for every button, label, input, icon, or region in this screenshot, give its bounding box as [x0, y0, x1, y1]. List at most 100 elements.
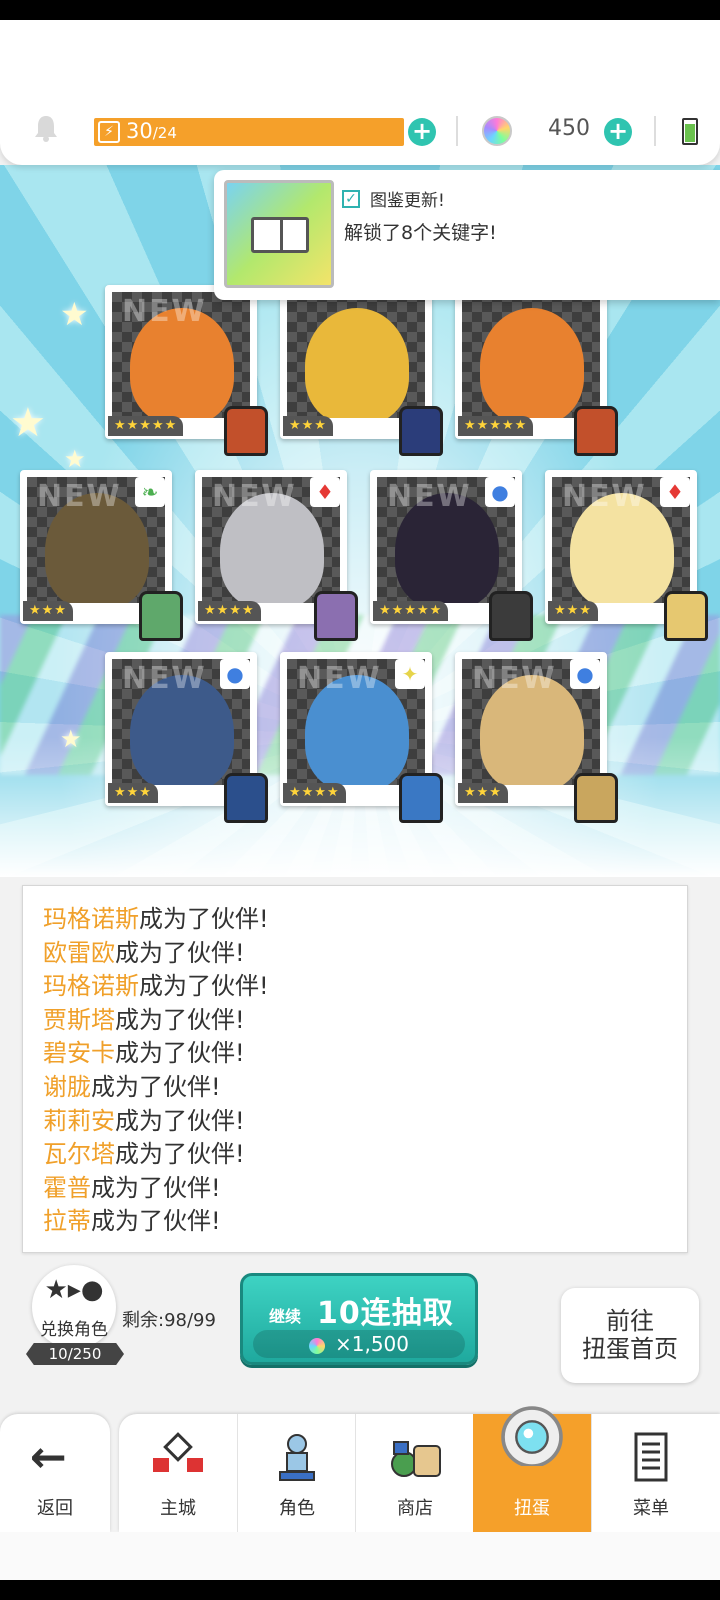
bottom-navigation: ← 返回 主城 角色 商店 扭蛋 菜单 [0, 1406, 720, 1532]
character-card[interactable]: NEW ★★★★★ ● [370, 470, 533, 641]
sparkle-star-icon: ★ [64, 445, 86, 473]
summon-log-panel[interactable]: 玛格诺斯成为了伙伴! 欧雷欧成为了伙伴! 玛格诺斯成为了伙伴! 贾斯塔成为了伙伴! 碧安… [22, 885, 688, 1253]
codex-book-icon [224, 180, 334, 288]
character-card[interactable]: NEW ★★★★ ✦ [280, 652, 443, 823]
log-suffix: 成为了伙伴! [91, 1173, 221, 1202]
energy-value: 30/24 [126, 119, 177, 143]
circle-element-icon: ● [570, 659, 600, 689]
character-name: 拉蒂 [43, 1207, 91, 1236]
tab-menu[interactable]: 菜单 [591, 1414, 709, 1532]
tab-label: 角色 [279, 1498, 315, 1519]
character-name: 玛格诺斯 [43, 972, 139, 1001]
character-card[interactable]: NEW ★★★★ ♦ [195, 470, 358, 641]
character-card[interactable]: NEW ★★★ ● [455, 652, 618, 823]
sparkle-star-icon: ★ [60, 295, 89, 333]
gacha-orb-icon [501, 1406, 563, 1466]
bell-icon[interactable] [33, 114, 59, 142]
pixel-sprite-icon [314, 591, 358, 641]
log-suffix: 成为了伙伴! [115, 1106, 245, 1135]
pixel-sprite-icon [139, 591, 183, 641]
log-line: 谢胧成为了伙伴! [23, 1071, 687, 1105]
goto-label-line1: 前往 [606, 1307, 654, 1335]
character-name: 谢胧 [43, 1072, 91, 1101]
tab-gacha[interactable]: 扭蛋 [473, 1406, 591, 1532]
character-portrait [462, 292, 600, 418]
leaf-element-icon: ❧ [135, 477, 165, 507]
log-suffix: 成为了伙伴! [115, 1039, 245, 1068]
rarity-stars: ★★★★★ [458, 416, 534, 436]
circle-element-icon: ● [485, 477, 515, 507]
pull-cost: ×1,500 [253, 1330, 465, 1358]
new-watermark: NEW [212, 479, 297, 514]
notification-body: 解锁了8个关键字! [344, 222, 497, 244]
pull-title: 10连抽取 [317, 1296, 454, 1331]
add-energy-button[interactable]: + [408, 118, 436, 146]
character-card[interactable]: NEW ★★★ ❧ [20, 470, 183, 641]
log-suffix: 成为了伙伴! [139, 972, 269, 1001]
checkbox-icon: ✓ [342, 190, 360, 208]
character-name: 瓦尔塔 [43, 1140, 115, 1169]
rarity-stars: ★★★ [108, 783, 158, 803]
tab-characters[interactable]: 角色 [237, 1414, 355, 1532]
circle-element-icon: ● [220, 659, 250, 689]
tab-shop[interactable]: 商店 [355, 1414, 473, 1532]
divider [456, 116, 458, 146]
notification-title: 图鉴更新! [370, 191, 445, 211]
pixel-sprite-icon [399, 773, 443, 823]
lightning-icon: ⚡ [98, 121, 120, 143]
gacha-result-screen: ★ ★ ★ ★ NEW ★★★★★ ★★★ ★★★★★ NEW ★★★ ❧ NEW ★★★★ ♦ N… [0, 20, 720, 1580]
log-line: 贾斯塔成为了伙伴! [23, 1004, 687, 1038]
pixel-sprite-icon [224, 406, 268, 456]
codex-update-notification[interactable]: ✓ 图鉴更新! 解锁了8个关键字! [214, 170, 720, 300]
energy-bar: ⚡ 30/24 [94, 118, 404, 146]
new-watermark: NEW [297, 661, 382, 696]
character-card[interactable]: NEW ★★★ ♦ [545, 470, 708, 641]
log-suffix: 成为了伙伴! [139, 905, 269, 933]
remaining-count: 剩余:98/99 [122, 1310, 216, 1331]
log-line: 瓦尔塔成为了伙伴! [23, 1138, 687, 1172]
rarity-stars: ★★★★★ [373, 601, 449, 621]
shop-bag-icon [391, 1441, 441, 1477]
add-gems-button[interactable]: + [604, 118, 632, 146]
continue-10-pull-button[interactable]: 继续 10连抽取 ×1,500 [240, 1273, 478, 1365]
bottom-strip [0, 1532, 720, 1580]
pixel-sprite-icon [224, 773, 268, 823]
character-name: 碧安卡 [43, 1039, 115, 1068]
battery-icon [682, 118, 698, 145]
spark-element-icon: ✦ [395, 659, 425, 689]
log-line: 玛格诺斯成为了伙伴! [23, 903, 687, 937]
new-watermark: NEW [122, 661, 207, 696]
divider [654, 116, 656, 146]
character-swap-icon: ★▸● [44, 1275, 104, 1305]
log-line: 欧雷欧成为了伙伴! [23, 937, 687, 971]
tab-town[interactable]: 主城 [119, 1414, 237, 1532]
new-watermark: NEW [562, 479, 647, 514]
nav-tabs: 主城 角色 商店 扭蛋 菜单 [119, 1406, 720, 1532]
character-card[interactable]: NEW ★★★ ● [105, 652, 268, 823]
log-suffix: 成为了伙伴! [91, 1207, 221, 1236]
tab-label: 菜单 [633, 1498, 669, 1519]
tab-label: 商店 [397, 1498, 433, 1519]
back-arrow-icon: ← [30, 1432, 67, 1483]
character-card[interactable]: ★★★★★ [455, 285, 618, 456]
character-statue-icon [279, 1434, 315, 1481]
character-card[interactable]: ★★★ [280, 285, 443, 456]
town-icon [153, 1432, 203, 1472]
summon-log-list: 玛格诺斯成为了伙伴! 欧雷欧成为了伙伴! 玛格诺斯成为了伙伴! 贾斯塔成为了伙伴! 碧安… [23, 886, 687, 1239]
character-card[interactable]: NEW ★★★★★ [105, 285, 268, 456]
swap-character-button[interactable]: ★▸● 兑换角色 [32, 1265, 116, 1349]
pixel-sprite-icon [574, 773, 618, 823]
diamond-element-icon: ♦ [310, 477, 340, 507]
log-suffix: 成为了伙伴! [91, 1072, 221, 1101]
character-portrait: NEW [112, 292, 250, 418]
tab-label: 扭蛋 [514, 1498, 550, 1519]
tab-label: 主城 [160, 1498, 196, 1519]
goto-gacha-home-button[interactable]: 前往 扭蛋首页 [561, 1288, 699, 1383]
log-line: 碧安卡成为了伙伴! [23, 1037, 687, 1071]
rarity-stars: ★★★★ [198, 601, 261, 621]
pixel-sprite-icon [399, 406, 443, 456]
rarity-stars: ★★★★★ [108, 416, 184, 436]
back-button[interactable]: ← 返回 [0, 1414, 110, 1532]
log-line: 玛格诺斯成为了伙伴! [23, 970, 687, 1004]
character-name: 莉莉安 [43, 1106, 115, 1135]
